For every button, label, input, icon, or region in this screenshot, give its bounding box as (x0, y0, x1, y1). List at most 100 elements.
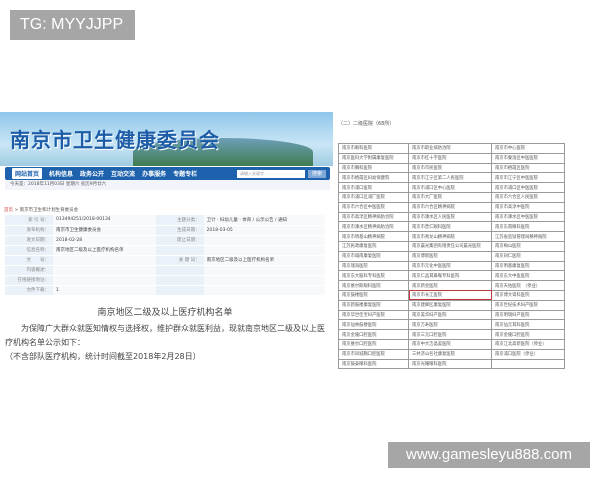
table-cell: 南京市元化中医医院 (408, 260, 492, 272)
table-cell: 南京市浦口医院 (338, 182, 409, 193)
table-row: 南京金陵口腔医院 南京三元口腔医院 南京金陵口腔医院 (338, 329, 565, 340)
table-cell: 南京医科大学附属康复医院 (338, 152, 409, 164)
nav-topics[interactable]: 专题专栏 (173, 169, 197, 178)
meta-value (203, 285, 325, 296)
breadcrumb: 首页 > 南京市卫生和计划生育委员会 (4, 207, 78, 213)
meta-value (203, 275, 325, 286)
table-cell: 南京市秦淮区中医医院 (491, 152, 565, 164)
table-cell: 南京新金医院 (408, 280, 492, 291)
hospital-list-screenshot: （二）二级医院（68所） 南京市眼科医院 南京市职业病防治院 南京市中心医院 南京医科… (336, 112, 590, 370)
watermark-tag: TG: MYYJJPP (10, 10, 135, 40)
table-cell: 南京市高淳区精神病防治院 (338, 211, 409, 223)
table-cell: 南京东大中医医院 (491, 270, 565, 282)
table-cell: 南京明基康复医院 (491, 260, 565, 272)
table-cell: 南京市溧水区中医医院 (491, 211, 565, 223)
table-cell: 南京市栖霞区医院 (491, 162, 565, 174)
breadcrumb-home[interactable]: 首页 (4, 208, 13, 213)
table-cell: 南京同仁医院 (491, 250, 565, 262)
table-row: 南京仙林鼓楼医院 南京万寿医院 南京仙元耳科医院 (338, 319, 565, 331)
table-cell: 南京维尔斯眼科医院 (338, 280, 409, 291)
table-cell: 南京鼓泰眼科医院 (338, 358, 409, 370)
list-caption: （二）二级医院（68所） (338, 121, 395, 127)
table-cell: 南京仁品耳鼻喉专科医院 (408, 270, 492, 282)
table-cell (491, 358, 565, 370)
table-cell: 南京中大洁晶美医院 (408, 338, 492, 350)
meta-value: 南京地区二级及以上医疗机构名单 (203, 255, 325, 266)
watermark-url: www.gamesleyu888.com (388, 442, 590, 468)
table-row: 南京市溧水区精神病防治院 南京市普仁眼科医院 南京东南眼科医院 (338, 221, 565, 233)
table-cell: 南京仙林鼓楼医院 (338, 319, 409, 331)
nav-org-info[interactable]: 机构信息 (49, 169, 73, 178)
table-row: 南京维尔斯眼科医院 南京新金医院 南京天佑医院 （停业） (338, 280, 565, 291)
table-cell: 南京市六合区人民医院 (491, 191, 565, 203)
content-paragraph: 为保障广大群众就医知情权与选择权，维护群众就医利益，现就南京地区二级及以上医疗机… (5, 324, 325, 347)
meta-row: 信息名称： 南京地区二级及以上医疗机构名单 (5, 245, 325, 256)
table-row: 南京瑞海医院 南京市元化中医医院 南京明基康复医院 (338, 260, 565, 272)
table-row: 南京市栖霞区妇幼保健院 南京市江宁区第二人民医院 南京市江宁区中医医院 (338, 172, 565, 184)
search-button[interactable]: 搜索 (308, 169, 326, 178)
table-cell: 南京市市民医院 (408, 162, 492, 174)
table-cell: 南京市高淳中医院 (491, 201, 565, 213)
meta-label (155, 275, 204, 286)
table-cell: 南京市浦口区浦厂医院 (338, 191, 409, 203)
nav-services[interactable]: 办事服务 (142, 169, 166, 178)
table-cell: 南京市普仁眼科医院 (408, 221, 492, 233)
table-cell: 南京新鼓楼康复医院 (338, 299, 409, 311)
meta-row: 发布机构： 南京市卫生健康委员会 生成日期： 2018-03-05 (5, 225, 325, 236)
table-cell: 南京博大肾科医院 (491, 289, 565, 301)
meta-label: 内容概述： (5, 265, 53, 276)
table-row: 南京鼓泰眼科医院 南京光耀眼科医院 (338, 358, 565, 370)
nav-home[interactable]: 网站首页 (12, 168, 43, 179)
breadcrumb-current[interactable]: 南京市卫生和计划生育委员会 (20, 208, 79, 213)
table-row: 南京维尔口腔医院 南京中大洁晶美医院 南京江北高新医院（停业） (338, 338, 565, 350)
meta-label: 发布机构： (5, 225, 53, 236)
meta-value: 南京地区二级及以上医疗机构名单 (53, 245, 156, 256)
table-cell: 南京瑞海医院 (338, 260, 409, 272)
content-note: （不含部队医疗机构，统计时间截至2018年2月28日） (5, 352, 201, 361)
table-cell: 南京光耀眼科医院 (408, 358, 492, 370)
nav-gov-affairs[interactable]: 政务公开 (80, 169, 104, 178)
table-cell: 南京维尔口腔医院 (338, 338, 409, 350)
meta-label: 在线链接地址： (5, 275, 53, 286)
meta-label (155, 265, 204, 276)
table-cell: 南京市青龙山精神病院 (408, 231, 492, 242)
search-input[interactable]: 请输入关键字 (237, 169, 305, 178)
table-cell: 南京市同城胸口腔医院 (338, 348, 409, 360)
meta-label: 废止日期： (155, 235, 204, 246)
meta-row: 文件下载： 1 (5, 285, 325, 296)
meta-value: 2018-03-05 (203, 225, 325, 236)
main-nav: 网站首页 机构信息 政务公开 互动交流 办事服务 专题专栏 请输入关键字 搜索 (5, 167, 330, 180)
meta-label: 主题分类： (155, 215, 204, 226)
table-cell: 三共济山名社康复医院 (408, 348, 492, 360)
meta-row: 在线链接地址： (5, 275, 325, 286)
table-row: 南京市眼科医院 南京市职业病防治院 南京市中心医院 (338, 143, 565, 154)
table-row: 南京市明基山精神病院 南京市青龙山精神病院 江苏省监狱管理局精神病院 (338, 231, 565, 242)
table-cell: 南京美华妇产医院 (408, 309, 492, 321)
table-cell: 江苏民政康复医院 (338, 240, 409, 252)
meta-value: 南京市卫生健康委员会 (53, 225, 156, 236)
meta-label: 信息名称： (5, 245, 53, 256)
table-cell: 南京鼓楼医院 (338, 289, 409, 301)
table-cell: 南京博新医院 (408, 250, 492, 262)
table-cell: 南京华世佳宝妇产医院 (338, 309, 409, 321)
nav-interaction[interactable]: 互动交流 (111, 169, 135, 178)
meta-label: 生成日期： (155, 225, 204, 236)
date-line: 今天是：2018年11月03日 星期六 农历9月廿六 (5, 180, 330, 190)
table-cell: 南京市江宁区第二人民医院 (408, 172, 492, 184)
hospital-table: 南京市眼科医院 南京市职业病防治院 南京市中心医院 南京医科大学附属康复医院 南京市红十… (338, 143, 565, 370)
table-cell: 江苏省监狱管理局精神病院 (491, 231, 565, 242)
meta-value (53, 265, 156, 276)
meta-label (155, 245, 204, 256)
site-banner: 南京市卫生健康委员会 (0, 112, 333, 166)
meta-value: 2018-02-28 (53, 235, 156, 246)
meta-label: 文件下载： (5, 285, 53, 296)
table-cell: 南京市溧水区精神病防治院 (338, 221, 409, 233)
meta-value: 013494251/2018-00134 (53, 215, 156, 226)
table-row: 江苏民政康复医院 南京晨光集团有限责任公司晨光医院 南京梅山医院 (338, 240, 565, 252)
content-title: 南京地区二级及以上医疗机构名单 (97, 308, 233, 318)
table-row: 南京医科大学附属康复医院 南京市红十字医院 南京市秦淮区中医医院 (338, 152, 565, 164)
document-content: 南京地区二级及以上医疗机构名单 为保障广大群众就医知情权与选择权，维护群众就医利… (5, 299, 325, 369)
table-cell: 南京金陵口腔医院 (338, 329, 409, 340)
table-cell: 南京市浦口区中医医院 (491, 182, 565, 193)
table-row: 南京鼓楼医院 南京市长江医院 南京博大肾科医院 (338, 289, 565, 301)
